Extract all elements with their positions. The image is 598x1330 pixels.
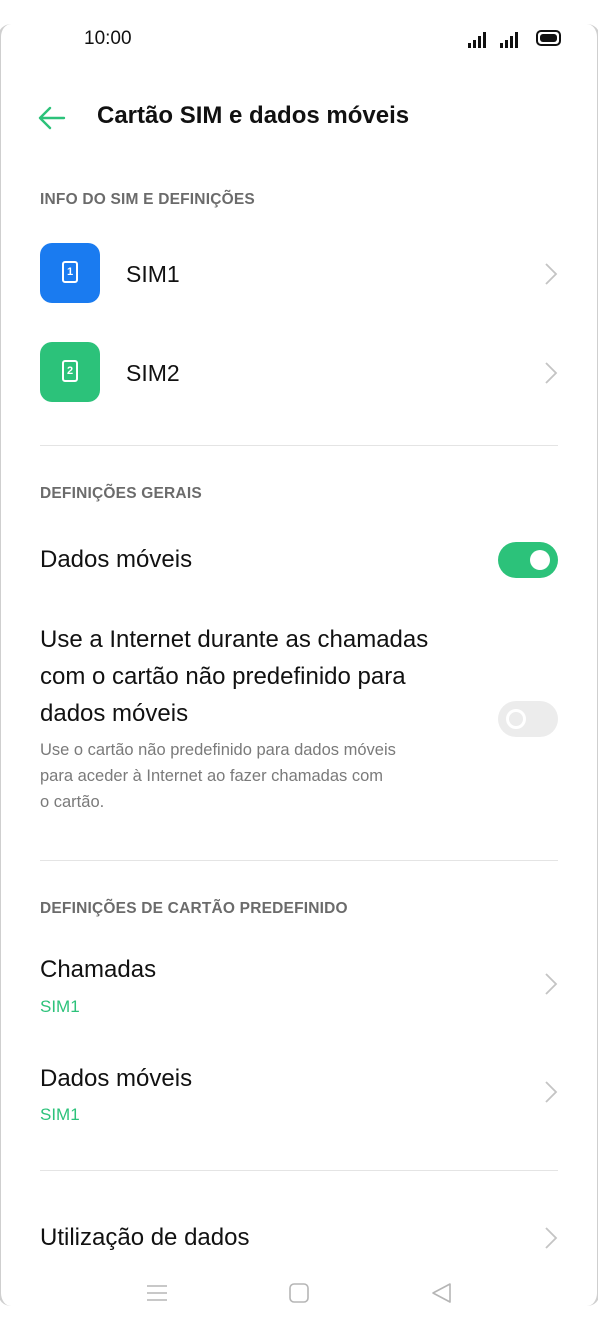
section-header-general: DEFINIÇÕES GERAIS bbox=[40, 485, 202, 502]
toggle-knob bbox=[530, 550, 550, 570]
sim1-label: SIM1 bbox=[126, 261, 180, 287]
default-mobile-data-value: SIM1 bbox=[40, 1105, 80, 1124]
home-icon[interactable] bbox=[289, 1283, 309, 1303]
chevron-right-icon bbox=[545, 362, 558, 384]
calls-value: SIM1 bbox=[40, 997, 80, 1016]
app-bar: Cartão SIM e dados móveis bbox=[0, 96, 598, 142]
internet-during-calls-description-line1: Use o cartão não predefinido para dados … bbox=[40, 741, 396, 759]
sim1-icon: 1 bbox=[40, 243, 100, 303]
menu-icon[interactable] bbox=[146, 1284, 168, 1302]
divider bbox=[40, 445, 558, 446]
divider bbox=[40, 1170, 558, 1171]
toggle-knob bbox=[506, 709, 526, 729]
internet-during-calls-description-line3: o cartão. bbox=[40, 793, 105, 811]
signal-icon bbox=[468, 32, 486, 48]
battery-icon bbox=[536, 30, 561, 46]
sim2-label: SIM2 bbox=[126, 360, 180, 386]
status-time: 10:00 bbox=[84, 28, 132, 49]
frame-edge-left bbox=[0, 24, 11, 1306]
default-mobile-data-label[interactable]: Dados móveis bbox=[40, 1060, 192, 1097]
back-arrow-icon[interactable] bbox=[36, 104, 68, 132]
chevron-right-icon bbox=[545, 973, 558, 995]
sim2-row[interactable]: 2 SIM2 bbox=[0, 333, 598, 413]
data-usage-label[interactable]: Utilização de dados bbox=[40, 1219, 249, 1256]
sim2-icon: 2 bbox=[40, 342, 100, 402]
calls-label[interactable]: Chamadas bbox=[40, 951, 156, 988]
mobile-data-toggle[interactable] bbox=[498, 542, 558, 578]
internet-during-calls-description-line2: para aceder à Internet ao fazer chamadas… bbox=[40, 767, 384, 785]
system-nav-bar bbox=[0, 1278, 598, 1308]
status-bar: 10:00 bbox=[0, 26, 598, 54]
back-icon[interactable] bbox=[430, 1282, 452, 1304]
mobile-data-label: Dados móveis bbox=[40, 546, 193, 573]
section-header-sim-info: INFO DO SIM E DEFINIÇÕES bbox=[40, 191, 255, 208]
frame-edge-right bbox=[587, 24, 598, 1306]
chevron-right-icon bbox=[545, 1227, 558, 1249]
sim-card-icon: 1 bbox=[62, 261, 78, 283]
chevron-right-icon bbox=[545, 263, 558, 285]
internet-during-calls-label-line2: com o cartão não predefinido para bbox=[40, 663, 406, 690]
section-header-default-card: DEFINIÇÕES DE CARTÃO PREDEFINIDO bbox=[40, 900, 348, 917]
internet-during-calls-label-line1: Use a Internet durante as chamadas bbox=[40, 626, 429, 653]
chevron-right-icon bbox=[545, 1081, 558, 1103]
internet-during-calls-toggle[interactable] bbox=[498, 701, 558, 737]
sim-card-icon: 2 bbox=[62, 360, 78, 382]
divider bbox=[40, 860, 558, 861]
sim1-row[interactable]: 1 SIM1 bbox=[0, 234, 598, 314]
internet-during-calls-label-line3: dados móveis bbox=[40, 700, 189, 727]
page-title: Cartão SIM e dados móveis bbox=[97, 102, 410, 129]
signal-icon-sim2 bbox=[500, 32, 518, 48]
